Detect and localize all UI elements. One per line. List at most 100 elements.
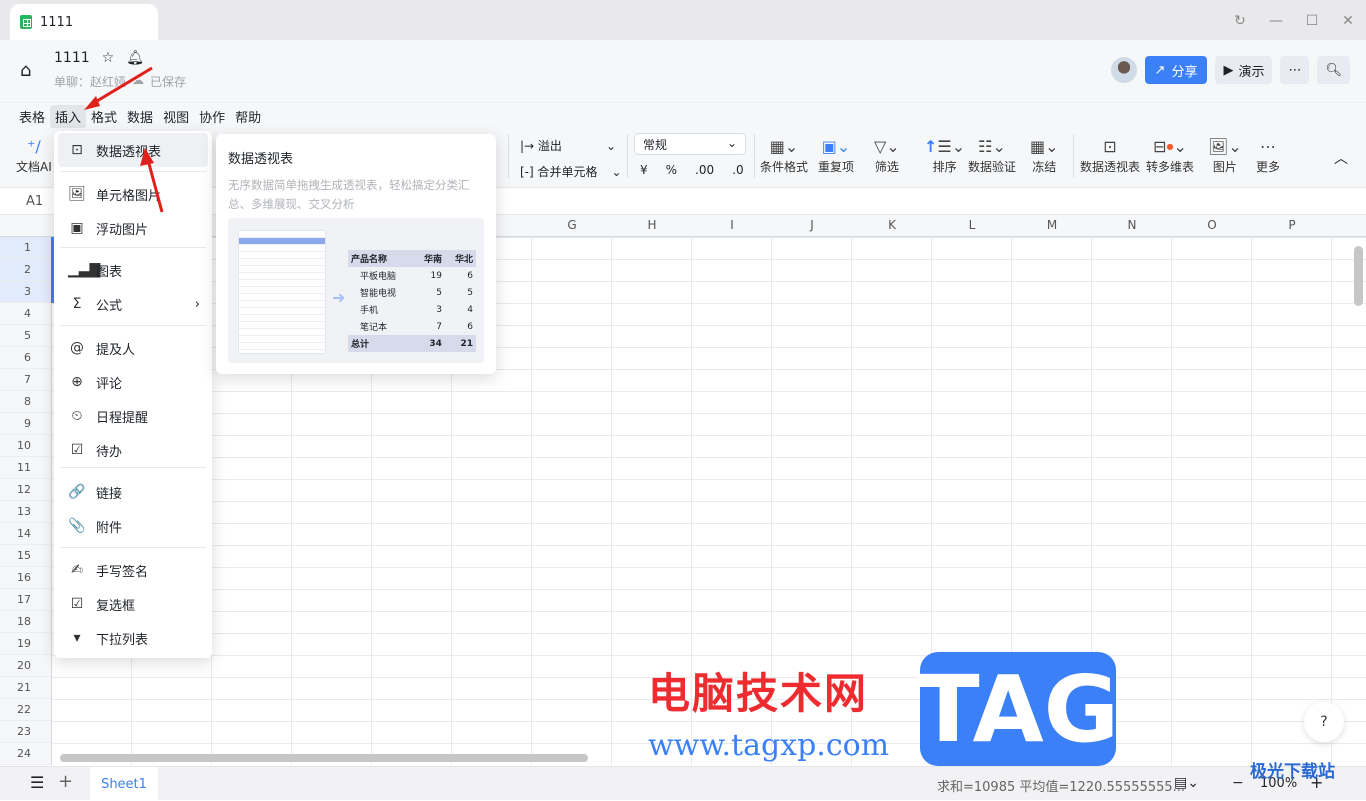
insert-menu-item[interactable]: Σ 公式 ›: [58, 287, 208, 321]
collapse-toolbar-icon[interactable]: ︿: [1334, 148, 1348, 168]
insert-menu-item[interactable]: ▣ 浮动图片: [58, 211, 208, 245]
merge-cells-button[interactable]: [-] 合并单元格 ⌄: [520, 163, 622, 180]
add-sheet-icon[interactable]: +: [58, 771, 73, 792]
avatar[interactable]: [1110, 57, 1137, 83]
row-header[interactable]: 6: [0, 347, 51, 369]
data-validation-button[interactable]: ☷⌄ 数据验证: [968, 134, 1016, 175]
conditional-format-button[interactable]: ▦⌄ 条件格式: [760, 134, 808, 175]
row-header[interactable]: 5: [0, 325, 51, 347]
overflow-button[interactable]: |→ 溢出 ⌄: [520, 137, 616, 154]
help-button[interactable]: ?: [1304, 702, 1344, 742]
bell-icon[interactable]: 🔔︎: [126, 50, 144, 66]
row-header[interactable]: 18: [0, 611, 51, 633]
menu-table[interactable]: 表格: [14, 105, 50, 128]
zoom-out-button[interactable]: −: [1232, 775, 1244, 791]
menu-insert[interactable]: 插入: [50, 105, 87, 128]
row-header[interactable]: 22: [0, 699, 51, 721]
row-header[interactable]: 21: [0, 677, 51, 699]
pivot-row: 智能电视 5 5: [348, 284, 476, 301]
row-header[interactable]: 13: [0, 501, 51, 523]
document-tab[interactable]: 1111: [10, 4, 158, 40]
insert-menu-item[interactable]: ⊕ 评论: [58, 365, 208, 399]
share-button[interactable]: ↗ 分享: [1144, 56, 1208, 84]
menu-data[interactable]: 数据: [122, 105, 158, 128]
row-header[interactable]: 17: [0, 589, 51, 611]
col-header[interactable]: H: [612, 218, 692, 232]
row-header[interactable]: 8: [0, 391, 51, 413]
duplicates-button[interactable]: ▣⌄ 重复项: [818, 134, 854, 175]
close-button[interactable]: ✕: [1330, 10, 1366, 32]
row-header[interactable]: 2: [0, 259, 51, 281]
col-header[interactable]: P: [1252, 218, 1332, 232]
home-icon[interactable]: ⌂: [20, 60, 31, 81]
menu-collab[interactable]: 协作: [194, 105, 230, 128]
col-header[interactable]: I: [692, 218, 772, 232]
refresh-icon[interactable]: ↻: [1222, 10, 1258, 32]
row-header[interactable]: 24: [0, 743, 51, 765]
pivot-table-button[interactable]: ⊡ 数据透视表: [1080, 134, 1140, 175]
insert-menu-item[interactable]: 🔗 链接: [58, 475, 208, 509]
decrease-decimal-button[interactable]: .0: [732, 163, 743, 177]
menu-item-icon: 📎: [68, 518, 86, 534]
insert-menu-item[interactable]: ▾ 下拉列表: [58, 621, 208, 655]
row-header[interactable]: 1: [0, 237, 51, 259]
sort-button[interactable]: ↑ ☰⌄ 排序: [924, 134, 965, 175]
chat-source[interactable]: 单聊：赵红娅: [54, 73, 126, 90]
row-header[interactable]: 14: [0, 523, 51, 545]
col-header[interactable]: O: [1172, 218, 1252, 232]
row-header[interactable]: 19: [0, 633, 51, 655]
menu-help[interactable]: 帮助: [230, 105, 266, 128]
image-button[interactable]: 🖼︎⌄ 图片: [1208, 134, 1242, 175]
insert-menu-item[interactable]: ⊡ 数据透视表: [58, 133, 208, 167]
horizontal-scrollbar[interactable]: [60, 754, 588, 762]
row-header[interactable]: 10: [0, 435, 51, 457]
col-header[interactable]: L: [932, 218, 1012, 232]
row-header[interactable]: 9: [0, 413, 51, 435]
freeze-button[interactable]: ▦⌄ 冻结: [1030, 134, 1059, 175]
row-header[interactable]: 15: [0, 545, 51, 567]
col-header[interactable]: M: [1012, 218, 1092, 232]
insert-menu-item[interactable]: ✍ 手写签名: [58, 553, 208, 587]
percent-button[interactable]: %: [666, 163, 677, 177]
col-header[interactable]: K: [852, 218, 932, 232]
minimize-button[interactable]: —: [1258, 10, 1294, 32]
insert-menu-item[interactable]: ☑ 待办: [58, 433, 208, 467]
sheet-tab[interactable]: Sheet1: [90, 767, 158, 801]
menu-format[interactable]: 格式: [86, 105, 122, 128]
row-header[interactable]: 4: [0, 303, 51, 325]
row-header[interactable]: 23: [0, 721, 51, 743]
row-header[interactable]: 7: [0, 369, 51, 391]
cell-reference[interactable]: A1: [26, 194, 43, 209]
insert-menu-item[interactable]: ⏲ 日程提醒: [58, 399, 208, 433]
filter-button[interactable]: ▽⌄ 筛选: [874, 134, 900, 175]
doc-ai-button[interactable]: ⁺∕ 文档AI: [16, 134, 52, 175]
col-header[interactable]: G: [532, 218, 612, 232]
menu-view[interactable]: 视图: [158, 105, 194, 128]
increase-decimal-button[interactable]: .00: [695, 163, 714, 177]
more-tools-button[interactable]: ⋯ 更多: [1256, 134, 1280, 175]
col-header[interactable]: J: [772, 218, 852, 232]
sheet-list-icon[interactable]: ☰: [30, 773, 44, 792]
row-header[interactable]: 3: [0, 281, 51, 303]
more-button[interactable]: ⋯: [1280, 56, 1310, 84]
currency-button[interactable]: ¥: [640, 163, 648, 177]
view-mode-icon[interactable]: ▤⌄: [1174, 775, 1199, 791]
row-header[interactable]: 12: [0, 479, 51, 501]
insert-menu-item[interactable]: ▁▃▇ 图表: [58, 253, 208, 287]
insert-menu-item[interactable]: 🖼 单元格图片: [58, 177, 208, 211]
insert-menu-item[interactable]: ☑ 复选框: [58, 587, 208, 621]
vertical-scrollbar[interactable]: [1354, 246, 1363, 306]
insert-menu-item[interactable]: 📎 附件: [58, 509, 208, 543]
row-header[interactable]: 11: [0, 457, 51, 479]
maximize-button[interactable]: ☐: [1294, 10, 1330, 32]
insert-menu-item[interactable]: @ 提及人: [58, 331, 208, 365]
search-icon[interactable]: 🔍︎: [1317, 56, 1350, 84]
row-header[interactable]: 20: [0, 655, 51, 677]
present-button[interactable]: ▶ 演示: [1215, 56, 1273, 84]
to-multidim-button[interactable]: ⊟ ● ⌄ 转多维表: [1146, 134, 1194, 175]
col-header[interactable]: N: [1092, 218, 1172, 232]
star-icon[interactable]: ☆: [102, 50, 115, 66]
number-format-select[interactable]: 常规 ⌄: [634, 133, 746, 155]
doc-title[interactable]: 1111: [54, 50, 90, 66]
row-header[interactable]: 16: [0, 567, 51, 589]
